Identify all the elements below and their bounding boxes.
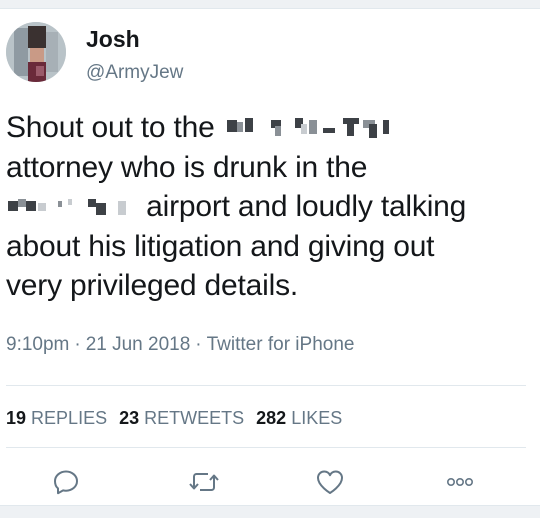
tweet-text: Shout out to the attorney who is drunk i… [6,108,526,306]
avatar[interactable] [6,22,66,82]
reply-button[interactable] [48,466,84,498]
action-bar [0,466,540,498]
tweet-line: attorney who is drunk in the [6,150,368,184]
replies-label: REPLIES [31,408,108,428]
redacted-text [6,193,138,219]
username-handle[interactable]: @ArmyJew [86,62,183,84]
top-divider [0,0,540,9]
bottom-divider [0,505,540,518]
tweet-text-segment: Shout out to the [6,111,215,144]
tweet-line: very privileged details. [6,269,299,302]
tweet-time[interactable]: 9:10pm [6,334,69,355]
redacted-text [223,114,395,140]
tweet-line: Shout out to the [6,108,526,148]
like-button[interactable] [312,466,348,498]
more-icon [446,477,473,487]
retweets-count: 23 [119,408,140,428]
replies-count: 19 [6,408,27,428]
tweet-line: airport and loudly talking [6,187,526,227]
divider [6,447,526,448]
separator: · [195,334,202,355]
divider [6,385,526,386]
likes-count: 282 [256,408,287,428]
tweet-source[interactable]: Twitter for iPhone [207,334,355,355]
retweet-button[interactable] [186,466,222,498]
retweet-icon [189,473,219,491]
tweet-text-segment: airport and loudly talking [146,190,467,223]
reply-icon [54,470,78,495]
engagement-stats: 19 REPLIES 23 RETWEETS 282 LIKES [6,408,342,429]
retweets-stat[interactable]: 23 RETWEETS [119,408,244,428]
separator: · [74,334,81,355]
replies-stat[interactable]: 19 REPLIES [6,408,107,428]
more-button[interactable] [442,466,478,498]
tweet-line: about his litigation and giving out [6,229,435,263]
tweet-date[interactable]: 21 Jun 2018 [86,334,191,355]
heart-icon [317,470,343,494]
retweets-label: RETWEETS [144,408,245,428]
display-name[interactable]: Josh [86,26,140,53]
likes-stat[interactable]: 282 LIKES [256,408,342,428]
tweet-metadata: 9:10pm · 21 Jun 2018 · Twitter for iPhone [6,334,354,356]
likes-label: LIKES [291,408,343,428]
